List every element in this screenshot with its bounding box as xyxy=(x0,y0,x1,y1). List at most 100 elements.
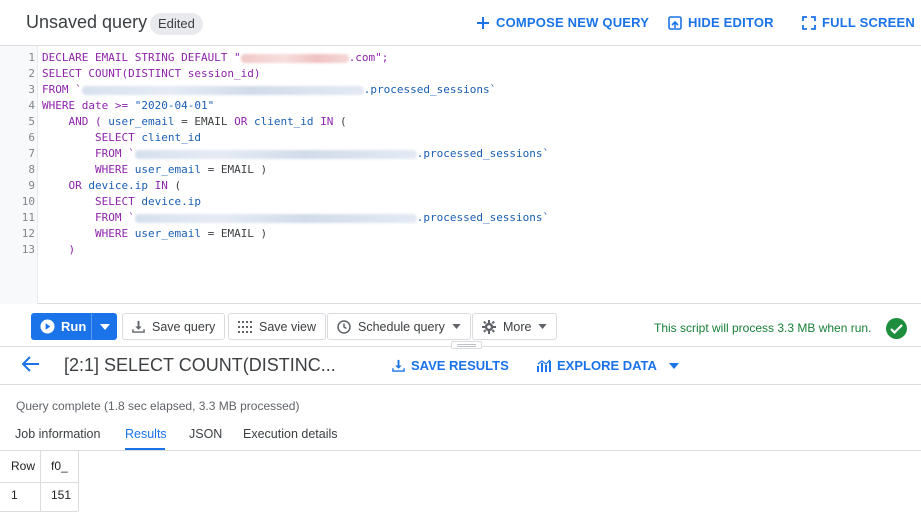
save-results-button[interactable]: SAVE RESULTS xyxy=(392,358,509,373)
sql-editor[interactable]: 1 DECLARE EMAIL STRING DEFAULT " .com"; 2… xyxy=(0,46,921,304)
save-view-button[interactable]: Save view xyxy=(228,313,326,340)
explore-data-button[interactable]: EXPLORE DATA xyxy=(537,358,679,373)
schedule-query-button[interactable]: Schedule query xyxy=(327,313,471,340)
save-query-label: Save query xyxy=(152,319,216,334)
caret-down-icon xyxy=(538,324,548,329)
hide-editor-icon xyxy=(668,15,682,30)
code-line: 10 SELECT device.ip xyxy=(0,194,921,210)
hide-editor-button[interactable]: HIDE EDITOR xyxy=(668,15,774,30)
tab-json[interactable]: JSON xyxy=(189,427,222,441)
code-text: user_email xyxy=(128,227,201,240)
more-button[interactable]: More xyxy=(472,313,558,340)
code-line: 11 FROM ` .processed_sessions` xyxy=(0,210,921,226)
table-divider xyxy=(0,511,78,512)
compose-new-query-button[interactable]: COMPOSE NEW QUERY xyxy=(476,15,649,30)
save-results-label: SAVE RESULTS xyxy=(411,358,509,373)
code-line: 2 SELECT COUNT(DISTINCT session_id) xyxy=(0,66,921,82)
code-text: = EMAIL ) xyxy=(200,163,268,176)
results-header: [2:1] SELECT COUNT(DISTINC... SAVE RESUL… xyxy=(0,347,921,385)
play-circle-icon xyxy=(40,319,55,334)
code-line: 1 DECLARE EMAIL STRING DEFAULT " .com"; xyxy=(0,50,921,66)
save-view-label: Save view xyxy=(259,319,316,334)
more-label: More xyxy=(503,319,532,334)
view-grid-icon xyxy=(238,320,252,333)
code-text: SELECT COUNT(DISTINCT session_id) xyxy=(42,67,261,80)
code-line: 6 SELECT client_id xyxy=(0,130,921,146)
code-text: .processed_sessions` xyxy=(416,147,550,160)
query-toolbar: Run Save query Save view Schedule query … xyxy=(0,305,921,349)
code-text: OR xyxy=(234,115,248,128)
code-line: 8 WHERE user_email = EMAIL ) xyxy=(0,162,921,178)
check-circle-icon xyxy=(886,318,907,339)
line-number: 13 xyxy=(21,243,35,256)
code-text: user_email xyxy=(128,163,201,176)
download-icon xyxy=(132,320,145,333)
code-text: = EMAIL xyxy=(174,115,235,128)
code-text: device.ip xyxy=(81,179,155,192)
compose-new-query-label: COMPOSE NEW QUERY xyxy=(496,15,650,30)
code-text: WHERE date >= xyxy=(42,99,135,112)
redacted-dataset xyxy=(134,213,417,223)
full-screen-button[interactable]: FULL SCREEN xyxy=(802,15,915,30)
schedule-query-label: Schedule query xyxy=(358,319,445,334)
fullscreen-icon xyxy=(802,15,816,30)
run-options-dropdown[interactable] xyxy=(92,313,117,340)
tab-results[interactable]: Results xyxy=(125,427,167,441)
tab-execution-details[interactable]: Execution details xyxy=(243,427,338,441)
save-query-button[interactable]: Save query xyxy=(122,313,226,340)
line-number: 12 xyxy=(21,227,35,240)
code-text: .processed_sessions` xyxy=(363,83,497,96)
run-main[interactable]: Run xyxy=(31,313,92,340)
code-text: DECLARE EMAIL STRING DEFAULT " xyxy=(42,51,241,64)
code-line: 13 ) xyxy=(0,242,921,258)
code-text: ( xyxy=(167,179,182,192)
code-line: 12 WHERE user_email = EMAIL ) xyxy=(0,226,921,242)
query-title: Unsaved query xyxy=(26,12,148,32)
results-title: [2:1] SELECT COUNT(DISTINC... xyxy=(64,355,336,375)
code-line: 4 WHERE date >= "2020-04-01" xyxy=(0,98,921,114)
code-text: client_id xyxy=(247,115,321,128)
query-header: Unsaved query Edited COMPOSE NEW QUERY H… xyxy=(0,0,921,46)
back-button[interactable] xyxy=(21,356,40,375)
chart-icon xyxy=(537,359,551,372)
code-text: WHERE xyxy=(42,227,129,240)
code-text: WHERE xyxy=(42,163,129,176)
code-line: 9 OR device.ip IN ( xyxy=(0,178,921,194)
arrow-left-icon xyxy=(21,356,39,372)
results-tabs: Job information Results JSON Execution d… xyxy=(0,420,921,451)
clock-icon xyxy=(337,319,351,334)
run-button[interactable]: Run xyxy=(31,313,117,340)
code-text: AND ( xyxy=(42,115,109,128)
code-text: SELECT xyxy=(42,195,135,208)
line-number: 7 xyxy=(28,147,35,160)
code-text: FROM ` xyxy=(42,211,135,224)
code-text: user_email xyxy=(108,115,175,128)
full-screen-label: FULL SCREEN xyxy=(822,15,915,30)
row-number-cell: 1 xyxy=(11,488,18,502)
code-text: IN xyxy=(154,179,168,192)
code-text: OR xyxy=(42,179,82,192)
caret-down-icon xyxy=(668,362,679,369)
caret-down-icon xyxy=(452,324,461,329)
code-text: "2020-04-01" xyxy=(134,99,215,112)
line-number: 4 xyxy=(28,99,35,112)
edited-badge: Edited xyxy=(150,13,203,35)
code-text: client_id xyxy=(134,131,201,144)
code-text: .processed_sessions` xyxy=(416,211,550,224)
column-header-f0: f0_ xyxy=(51,459,68,473)
line-number: 11 xyxy=(21,211,35,224)
plus-icon xyxy=(477,16,489,29)
value-cell[interactable]: 151 xyxy=(51,480,71,511)
code-text: FROM ` xyxy=(42,83,82,96)
code-text: SELECT xyxy=(42,131,135,144)
code-text: FROM ` xyxy=(42,147,135,160)
query-complete-status: Query complete (1.8 sec elapsed, 3.3 MB … xyxy=(16,399,300,413)
line-number: 8 xyxy=(28,163,35,176)
code-line: 3 FROM ` .processed_sessions` xyxy=(0,82,921,98)
explore-data-label: EXPLORE DATA xyxy=(557,358,657,373)
table-divider xyxy=(40,451,41,511)
tab-job-information[interactable]: Job information xyxy=(15,427,100,441)
column-header-row: Row xyxy=(11,459,36,473)
table-divider xyxy=(78,451,79,511)
line-number: 1 xyxy=(28,51,35,64)
